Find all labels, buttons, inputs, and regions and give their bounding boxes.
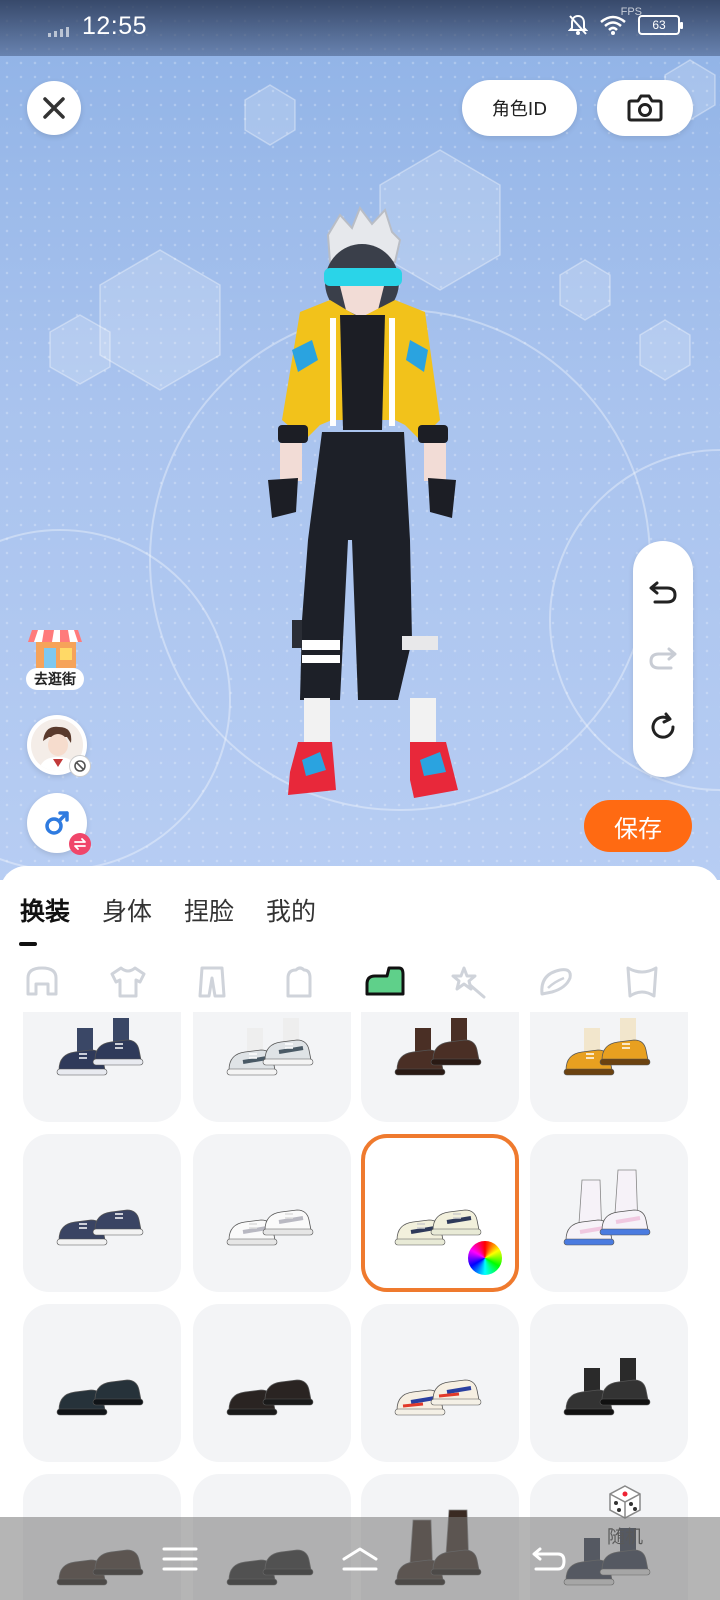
status-time: 12:55 <box>82 12 148 40</box>
wand-icon <box>451 966 486 999</box>
category-hair[interactable] <box>20 962 64 1002</box>
category-shoes[interactable] <box>362 962 406 1002</box>
role-id-button[interactable]: 角色ID <box>462 80 577 136</box>
avatar-button[interactable] <box>27 715 91 777</box>
shoe-icon <box>226 1209 314 1246</box>
category-bottoms[interactable] <box>190 962 234 1002</box>
shop-label: 去逛街 <box>26 668 84 690</box>
save-button[interactable]: 保存 <box>584 800 692 852</box>
shoe-icon <box>365 966 405 996</box>
shoe-item-black-ankle-boots[interactable] <box>530 1304 688 1462</box>
character-preview: 12:55 FPS 63 角色ID 保存 去逛街 <box>0 0 720 880</box>
category-bar <box>0 962 720 1002</box>
tab-mine[interactable]: 我的 <box>266 892 316 928</box>
signal-icon <box>48 27 69 37</box>
shoe-icon <box>226 1379 314 1416</box>
shoe-icon <box>56 1209 144 1246</box>
shoe-item-black-loafers[interactable] <box>23 1304 181 1462</box>
reset-icon[interactable] <box>647 711 679 743</box>
system-navigation-bar <box>0 1517 720 1600</box>
battery-icon: 63 <box>638 15 683 35</box>
hair-icon <box>26 966 58 996</box>
category-gloves[interactable] <box>276 962 320 1002</box>
close-icon <box>43 97 65 119</box>
shoe-item-orange-boots[interactable] <box>530 1012 688 1122</box>
close-button[interactable] <box>27 81 81 135</box>
tab-body[interactable]: 身体 <box>102 892 152 928</box>
pants-icon <box>198 966 226 998</box>
home-icon[interactable] <box>340 1543 380 1575</box>
notifications-off-icon <box>568 14 588 35</box>
back-icon[interactable] <box>528 1543 568 1575</box>
category-tops[interactable] <box>106 962 150 1002</box>
shoe-item-blue-red-sport-sneakers[interactable] <box>361 1304 519 1462</box>
swap-icon <box>69 833 91 855</box>
status-bar: 12:55 FPS 63 <box>0 0 720 56</box>
shoe-icon <box>563 1358 651 1416</box>
shirt-icon <box>110 966 146 998</box>
shoe-item-gray-white-sneakers[interactable] <box>193 1012 351 1122</box>
shoe-item-white-tall-socks[interactable] <box>530 1134 688 1292</box>
shoe-item-navy-canvas-sneakers[interactable] <box>23 1134 181 1292</box>
shoe-item-cream-running-shoes[interactable] <box>361 1134 519 1292</box>
camera-icon <box>627 94 663 122</box>
bow-icon <box>626 966 658 998</box>
shoe-item-navy-sneakers-with-socks[interactable] <box>23 1012 181 1122</box>
shoe-item-black-derby-shoes[interactable] <box>193 1304 351 1462</box>
category-wings[interactable] <box>534 962 578 1002</box>
tab-bar: 换装 身体 捏脸 我的 <box>20 892 316 928</box>
shop-icon <box>28 630 82 668</box>
redo-icon[interactable] <box>647 641 679 673</box>
hidden-badge-icon <box>69 755 91 777</box>
shoe-icon <box>226 1018 314 1076</box>
category-headwear[interactable] <box>620 962 664 1002</box>
category-accessories[interactable] <box>448 962 492 1002</box>
shoe-icon <box>56 1379 144 1416</box>
history-panel <box>633 541 693 777</box>
tab-outfit[interactable]: 换装 <box>20 892 70 928</box>
shoe-icon <box>394 1018 482 1076</box>
color-picker-icon[interactable] <box>465 1238 505 1278</box>
shoe-icon <box>56 1018 144 1076</box>
gender-switch-button[interactable] <box>27 793 91 855</box>
camera-button[interactable] <box>597 80 693 136</box>
male-icon <box>45 811 69 835</box>
shoe-icon <box>563 1169 651 1246</box>
dice-icon <box>609 1485 641 1519</box>
wifi-icon <box>600 15 626 35</box>
tab-face[interactable]: 捏脸 <box>184 892 234 928</box>
glove-icon <box>286 966 312 998</box>
active-tab-indicator <box>19 942 37 946</box>
shop-button[interactable]: 去逛街 <box>24 622 86 692</box>
undo-icon[interactable] <box>647 575 679 607</box>
shoe-icon <box>563 1018 651 1076</box>
shoe-item-white-high-tops[interactable] <box>193 1134 351 1292</box>
shoe-icon <box>394 1379 482 1416</box>
menu-icon[interactable] <box>160 1543 200 1575</box>
wing-icon <box>540 968 572 996</box>
shoe-item-brown-boots[interactable] <box>361 1012 519 1122</box>
